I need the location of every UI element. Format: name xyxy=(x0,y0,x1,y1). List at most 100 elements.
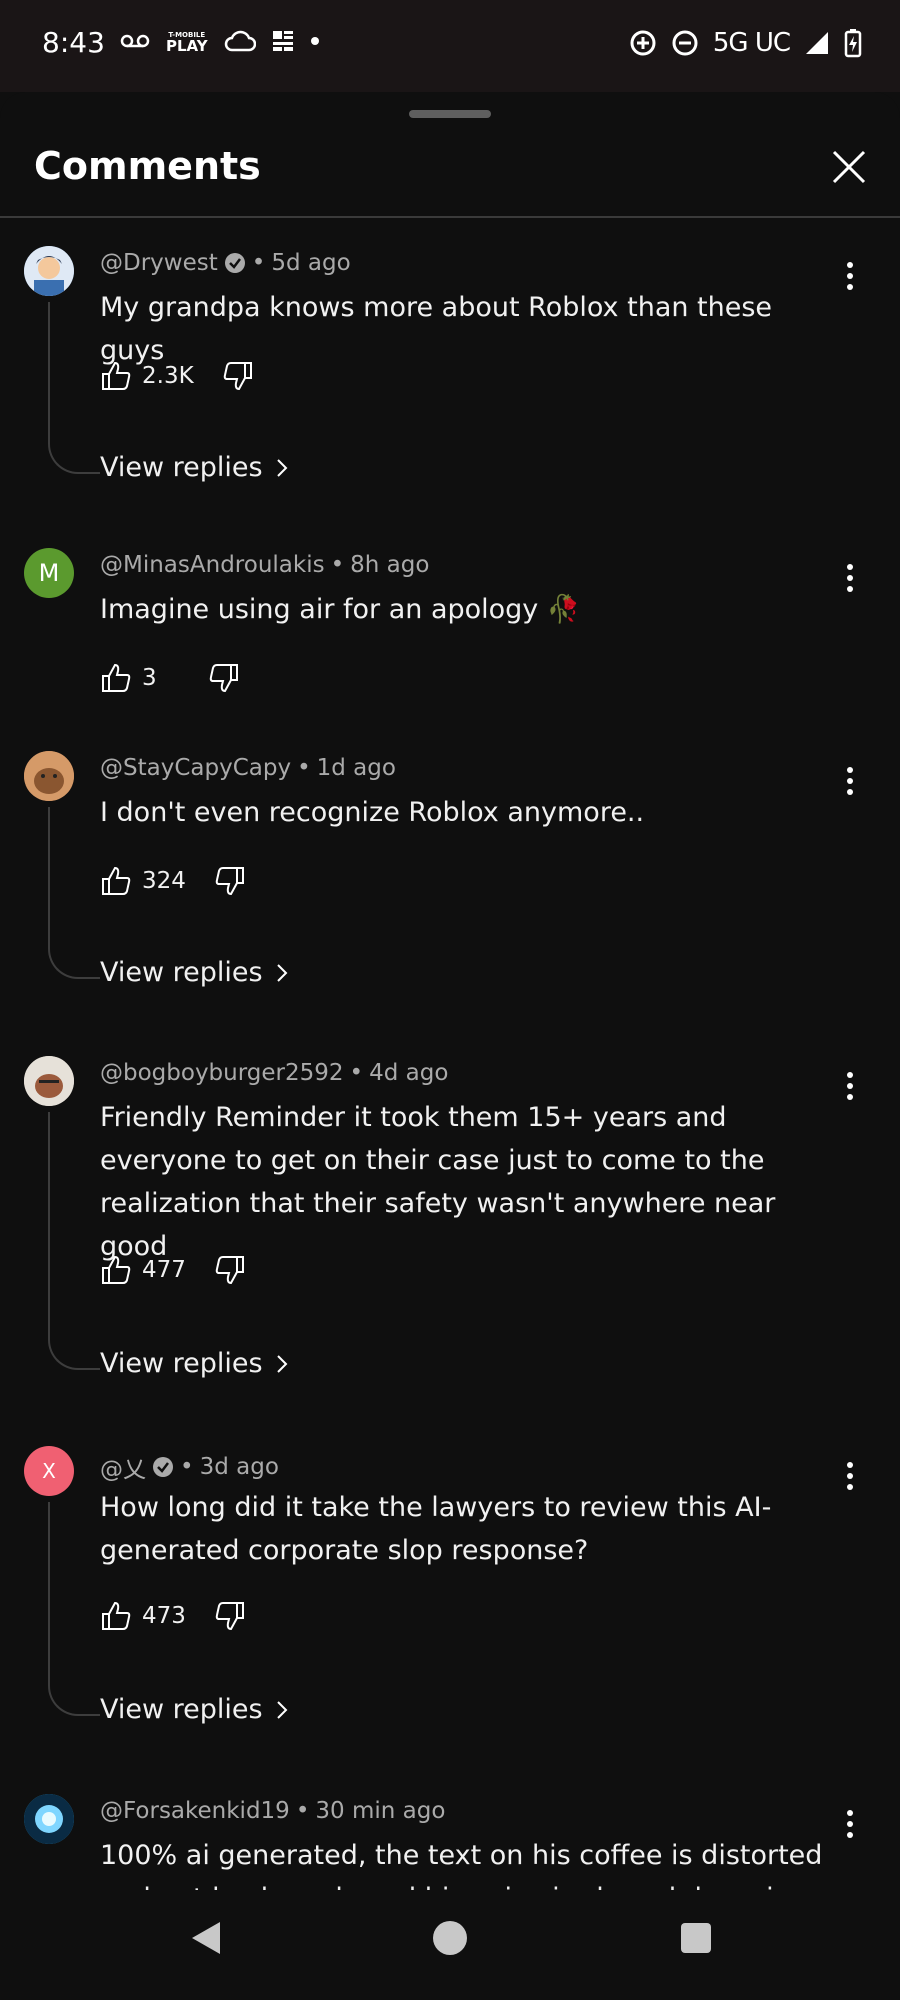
separator: • xyxy=(330,552,345,578)
like-count: 477 xyxy=(142,1257,186,1283)
like-icon[interactable] xyxy=(100,1600,132,1632)
like-icon[interactable] xyxy=(100,865,132,897)
more-options-icon[interactable] xyxy=(836,1806,864,1842)
comment-age: 4d ago xyxy=(369,1060,449,1086)
like-icon[interactable] xyxy=(100,360,132,392)
comment-text: How long did it take the lawyers to revi… xyxy=(100,1492,772,1566)
dot-icon xyxy=(310,37,319,45)
verified-icon xyxy=(153,1457,173,1477)
avatar[interactable] xyxy=(24,1056,74,1106)
dislike-icon[interactable] xyxy=(222,360,254,392)
chevron-right-icon xyxy=(276,963,288,982)
comment-author[interactable]: @乂 xyxy=(100,1450,146,1484)
battery-charging-icon xyxy=(844,29,862,58)
comment-meta: @Forsakenkid19 • 30 min ago xyxy=(100,1798,445,1824)
comment-actions: 2.3K xyxy=(100,360,254,392)
comment-actions: 324 xyxy=(100,865,246,897)
chevron-right-icon xyxy=(276,458,288,477)
system-nav-bar xyxy=(0,1890,900,2000)
drag-handle[interactable] xyxy=(409,110,491,118)
like-icon[interactable] xyxy=(100,662,132,694)
comment-author[interactable]: @Drywest xyxy=(100,250,218,276)
system-icons: 5G UC xyxy=(629,28,862,58)
close-icon[interactable] xyxy=(828,146,870,188)
comment-text: Imagine using air for an apology 🥀 xyxy=(100,594,581,625)
comment-age: 30 min ago xyxy=(315,1798,446,1824)
comment-meta: @MinasAndroulakis • 8h ago xyxy=(100,552,429,578)
like-count: 473 xyxy=(142,1603,186,1629)
comment-text: Friendly Reminder it took them 15+ years… xyxy=(100,1102,776,1262)
meme-avatar-icon xyxy=(24,1056,74,1106)
comment-age: 1d ago xyxy=(316,755,396,781)
cartoon-avatar-icon xyxy=(24,246,74,296)
comment-actions: 3 xyxy=(100,662,240,694)
chevron-right-icon xyxy=(276,1700,288,1719)
recents-icon[interactable] xyxy=(676,1918,716,1958)
tmobile-play-icon: T-MOBILE PLAY xyxy=(166,31,208,55)
like-count: 324 xyxy=(142,868,186,894)
avatar[interactable]: M xyxy=(24,548,74,598)
signal-icon xyxy=(806,32,828,54)
view-replies-button[interactable]: View replies xyxy=(100,452,289,483)
separator: • xyxy=(251,250,266,276)
reply-thread-line xyxy=(48,1112,100,1370)
like-count: 3 xyxy=(142,665,157,691)
avatar[interactable] xyxy=(24,751,74,801)
comment-age: 8h ago xyxy=(350,552,430,578)
reply-thread-line xyxy=(48,302,100,474)
voicemail-icon xyxy=(120,34,150,48)
separator: • xyxy=(349,1060,364,1086)
avatar-letter: X xyxy=(42,1459,56,1483)
back-icon[interactable] xyxy=(186,1918,226,1958)
status-bar: 8:43 T-MOBILE PLAY 5G UC xyxy=(0,0,900,92)
comment-text: 100% ai generated, the text on his coffe… xyxy=(100,1840,823,1898)
separator: • xyxy=(295,1798,310,1824)
dislike-icon[interactable] xyxy=(214,1600,246,1632)
verified-icon xyxy=(224,253,245,273)
network-type: 5G UC xyxy=(712,28,791,58)
like-icon[interactable] xyxy=(100,1254,132,1286)
comment-author[interactable]: @MinasAndroulakis xyxy=(100,552,325,578)
more-options-icon[interactable] xyxy=(836,258,864,294)
avatar[interactable]: X xyxy=(24,1446,74,1496)
header-divider xyxy=(0,216,900,218)
dislike-icon[interactable] xyxy=(214,865,246,897)
comment-actions: 473 xyxy=(100,1600,246,1632)
view-replies-button[interactable]: View replies xyxy=(100,1348,289,1379)
more-options-icon[interactable] xyxy=(836,763,864,799)
reply-thread-line xyxy=(48,807,100,979)
reply-thread-line xyxy=(48,1502,100,1716)
comment-meta: @bogboyburger2592 • 4d ago xyxy=(100,1060,448,1086)
comment: @Forsakenkid19 • 30 min ago 100% ai gene… xyxy=(0,1788,900,1898)
dislike-icon[interactable] xyxy=(208,662,240,694)
home-icon[interactable] xyxy=(430,1918,470,1958)
chevron-right-icon xyxy=(276,1354,288,1373)
data-saver-icon xyxy=(630,30,656,56)
avatar[interactable] xyxy=(24,1794,74,1844)
separator: • xyxy=(297,755,311,781)
comment-age: 5d ago xyxy=(271,250,351,276)
like-count: 2.3K xyxy=(142,363,194,389)
more-options-icon[interactable] xyxy=(836,1068,864,1104)
more-options-icon[interactable] xyxy=(836,1458,864,1494)
comment-author[interactable]: @StayCapyCapy xyxy=(100,755,291,781)
view-replies-button[interactable]: View replies xyxy=(100,957,289,988)
more-options-icon[interactable] xyxy=(836,560,864,596)
comment-actions: 477 xyxy=(100,1254,246,1286)
comment-meta: @StayCapyCapy • 1d ago xyxy=(100,755,396,781)
comment-author[interactable]: @Forsakenkid19 xyxy=(100,1798,290,1824)
cloud-icon xyxy=(224,30,256,52)
comment-meta: @乂 • 3d ago xyxy=(100,1450,279,1484)
dnd-icon xyxy=(672,30,698,56)
news-icon xyxy=(272,31,293,51)
avatar[interactable] xyxy=(24,246,74,296)
clock: 8:43 xyxy=(42,26,105,59)
comment-meta: @Drywest • 5d ago xyxy=(100,250,351,276)
comment-text: I don't even recognize Roblox anymore.. xyxy=(100,797,645,828)
view-replies-button[interactable]: View replies xyxy=(100,1694,289,1725)
comment-author[interactable]: @bogboyburger2592 xyxy=(100,1060,344,1086)
sheet-title: Comments xyxy=(34,144,261,188)
comment-age: 3d ago xyxy=(199,1454,279,1480)
separator: • xyxy=(180,1454,194,1480)
dislike-icon[interactable] xyxy=(214,1254,246,1286)
